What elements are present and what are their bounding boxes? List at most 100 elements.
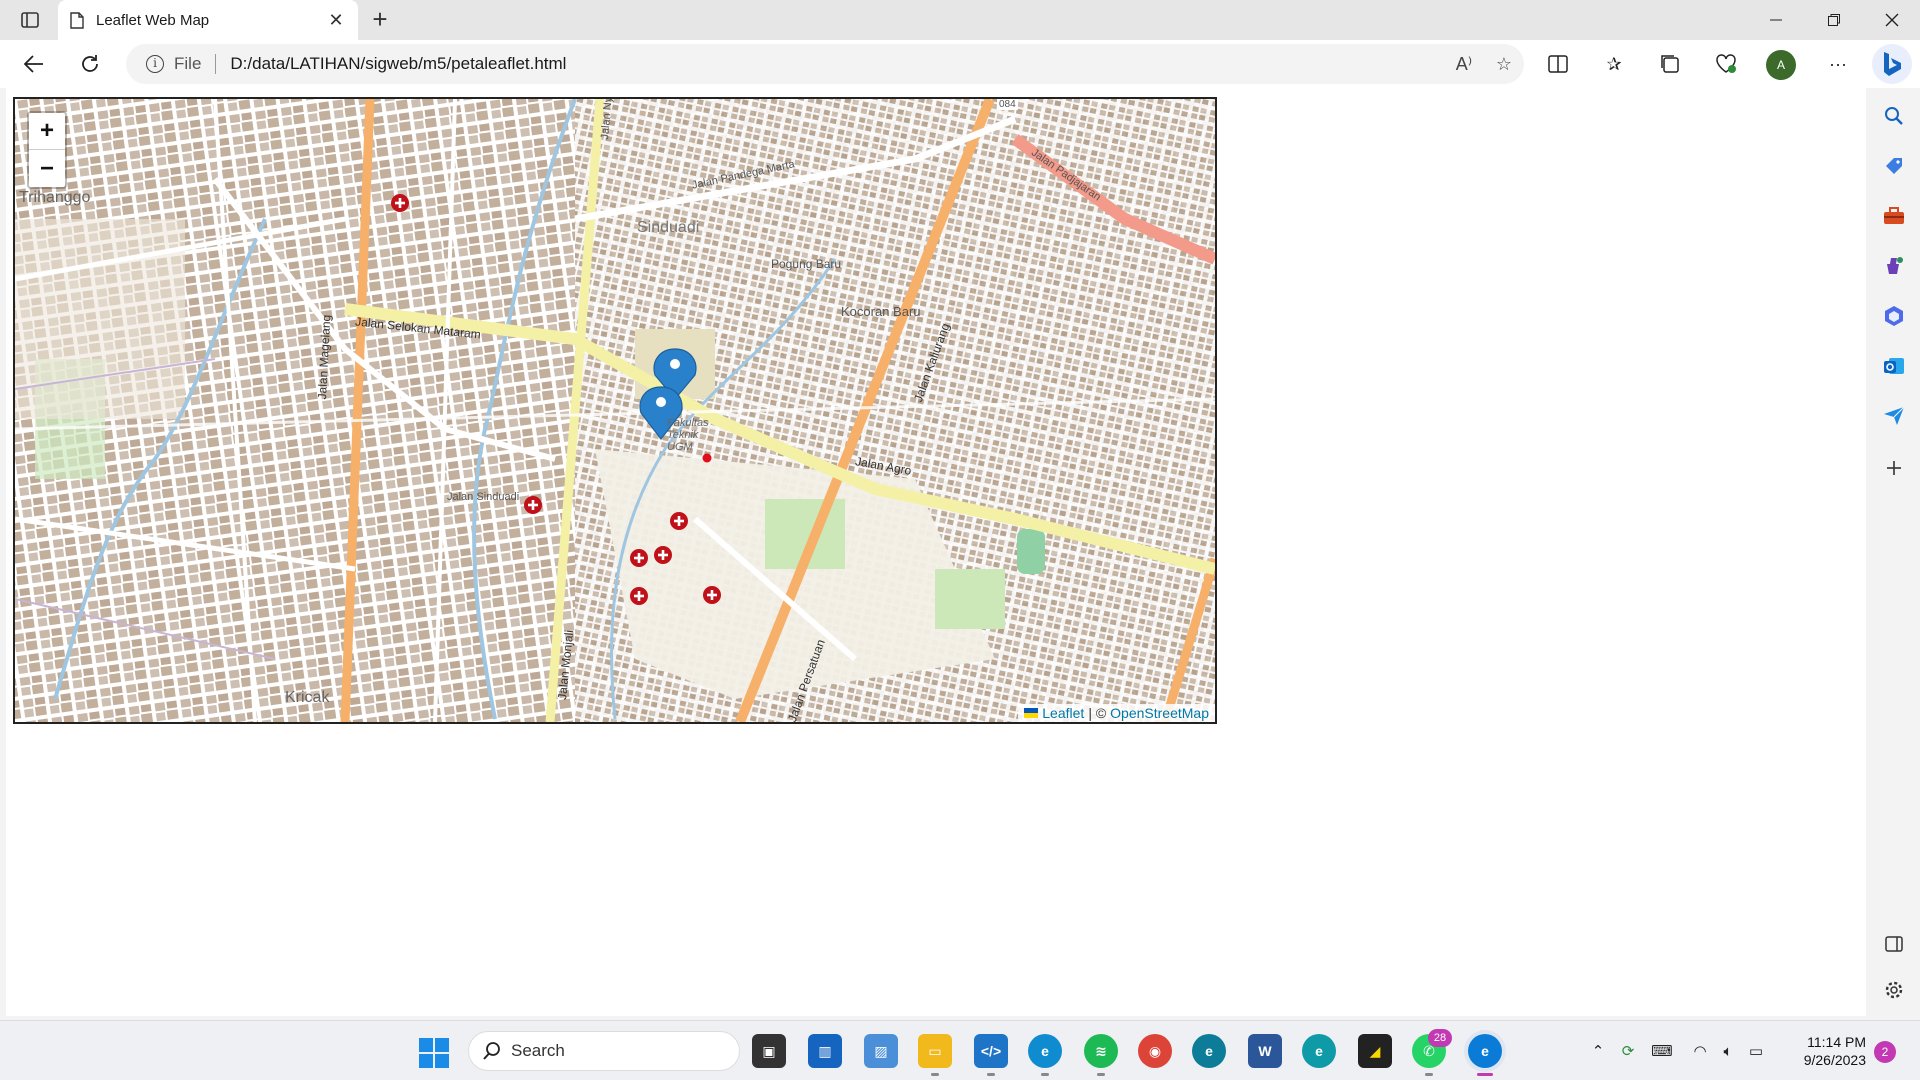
edge-beta-app[interactable]: e — [1192, 1034, 1226, 1068]
edge-beta-icon: e — [1205, 1043, 1213, 1059]
plus-icon — [1887, 461, 1901, 475]
sidebar-hide-button[interactable] — [1878, 928, 1910, 960]
notification-badge[interactable]: 2 — [1874, 1041, 1896, 1063]
close-window-button[interactable] — [1864, 0, 1920, 40]
favorite-star-icon[interactable]: ☆ — [1484, 48, 1524, 80]
keyboard-tray-button[interactable]: ⌨ — [1650, 1039, 1674, 1063]
new-tab-button[interactable]: + — [366, 6, 394, 34]
edge-canary-icon: e — [1315, 1043, 1323, 1059]
paper-plane-icon — [1884, 406, 1905, 425]
tab-actions-button[interactable] — [14, 8, 46, 32]
toolbox-icon — [1884, 207, 1904, 224]
ukraine-flag-icon — [1024, 708, 1039, 718]
leaflet-map[interactable]: Trihanggo Sinduadi Kricak Kocoran Baru P… — [13, 97, 1217, 724]
vscode-app[interactable]: </> — [974, 1034, 1008, 1068]
search-icon — [483, 1042, 500, 1060]
chevron-up-icon: ⌃ — [1591, 1043, 1605, 1060]
widgets-icon: ▥ — [818, 1042, 832, 1059]
map-label-kricak: Kricak — [285, 689, 330, 706]
active-tab[interactable]: Leaflet Web Map ✕ — [58, 0, 358, 40]
sidebar-m365-button[interactable] — [1878, 300, 1910, 332]
task-view-button[interactable]: ▣ — [752, 1034, 786, 1068]
widgets-button[interactable]: ▥ — [808, 1034, 842, 1068]
clock-time: 11:14 PM — [1807, 1034, 1866, 1050]
word-app[interactable]: W — [1248, 1034, 1282, 1068]
split-screen-button[interactable] — [1540, 48, 1576, 80]
search-icon — [1885, 107, 1903, 125]
map-label-jalan-sinduadi: Jalan Sinduadi — [447, 491, 520, 503]
chrome-icon: ◉ — [1148, 1042, 1162, 1059]
map-label-trihanggo: Trihanggo — [19, 189, 91, 206]
profile-avatar[interactable]: A — [1766, 50, 1796, 80]
map-label-pogung-baru: Pogung Baru — [771, 257, 842, 271]
address-scheme: File — [174, 54, 202, 73]
map-attribution: Leaflet | © OpenStreetMap — [1018, 704, 1215, 722]
edge-sidebar — [1868, 88, 1920, 1016]
address-url[interactable]: D:/data/LATIHAN/sigweb/m5/petaleaflet.ht… — [230, 54, 1444, 74]
more-dots-icon: ··· — [1829, 53, 1847, 74]
back-button[interactable] — [18, 48, 50, 80]
refresh-button[interactable] — [74, 48, 106, 80]
tab-actions-icon — [21, 12, 39, 28]
close-tab-icon[interactable]: ✕ — [326, 10, 346, 31]
taskbar-search[interactable]: Search — [468, 1031, 740, 1071]
spotify-app[interactable]: ≋ — [1084, 1034, 1118, 1068]
sync-tray-button[interactable]: ⟳ — [1616, 1039, 1640, 1063]
word-icon: W — [1258, 1043, 1272, 1059]
wifi-icon: ◠ — [1693, 1043, 1707, 1060]
show-hidden-icons-button[interactable]: ⌃ — [1586, 1039, 1610, 1063]
volume-tray-button[interactable]: 🔈︎ — [1716, 1039, 1740, 1063]
map-tiles[interactable] — [15, 99, 1215, 722]
zoom-in-button[interactable]: + — [29, 113, 65, 150]
sidebar-add-button[interactable] — [1878, 452, 1910, 484]
battery-icon: ▭ — [1748, 1043, 1764, 1060]
sync-icon: ⟳ — [1621, 1043, 1635, 1060]
sidebar-settings-button[interactable] — [1878, 974, 1910, 1006]
system-clock[interactable]: 11:14 PM 9/26/2023 — [1786, 1033, 1866, 1069]
battery-tray-button[interactable]: ▭ — [1744, 1039, 1768, 1063]
favorites-button[interactable]: ✰ — [1596, 48, 1632, 80]
zoom-out-button[interactable]: − — [29, 150, 65, 187]
map-label-sinduadi: Sinduadi — [637, 219, 700, 236]
wifi-tray-button[interactable]: ◠ — [1688, 1039, 1712, 1063]
restore-icon — [1828, 14, 1840, 26]
zoom-control: + − — [27, 111, 67, 189]
sidebar-shopping-button[interactable] — [1878, 150, 1910, 182]
address-separator — [215, 54, 217, 74]
browser-toolbar: i File D:/data/LATIHAN/sigweb/m5/petalea… — [0, 40, 1920, 88]
sidebar-outlook-button[interactable] — [1878, 350, 1910, 382]
openstreetmap-link[interactable]: OpenStreetMap — [1110, 705, 1209, 721]
restore-button[interactable] — [1806, 0, 1862, 40]
collections-button[interactable] — [1652, 48, 1688, 80]
sidebar-games-button[interactable] — [1878, 250, 1910, 282]
sticky-notes-app[interactable]: ◢ — [1358, 1034, 1392, 1068]
minimize-button[interactable] — [1748, 0, 1804, 40]
sidebar-search-button[interactable] — [1878, 100, 1910, 132]
more-menu-button[interactable]: ··· — [1820, 48, 1856, 80]
browser-essentials-button[interactable] — [1708, 48, 1744, 80]
read-aloud-icon[interactable]: A⁾ — [1444, 48, 1484, 80]
edge-dev-app[interactable]: e — [1028, 1034, 1062, 1068]
running-indicator — [1041, 1073, 1049, 1076]
sidebar-drop-button[interactable] — [1878, 400, 1910, 432]
speaker-icon: 🔈︎ — [1723, 1042, 1733, 1060]
file-explorer-app[interactable]: ▭ — [918, 1034, 952, 1068]
red-dot-marker[interactable] — [702, 453, 712, 463]
copilot-button[interactable] — [1872, 44, 1912, 84]
refresh-icon — [82, 55, 98, 72]
sticky-note-icon: ◢ — [1369, 1042, 1381, 1059]
photos-app[interactable]: ▨ — [864, 1034, 898, 1068]
running-indicator — [931, 1073, 939, 1076]
edge-canary-app[interactable]: e — [1302, 1034, 1336, 1068]
chrome-app[interactable]: ◉ — [1138, 1034, 1172, 1068]
tab-strip: Leaflet Web Map ✕ + — [0, 0, 1920, 40]
leaflet-link[interactable]: Leaflet — [1042, 705, 1084, 721]
address-bar[interactable]: i File D:/data/LATIHAN/sigweb/m5/petalea… — [126, 44, 1524, 84]
vscode-icon: </> — [980, 1043, 1002, 1059]
site-info-icon[interactable]: i — [146, 55, 164, 73]
start-button[interactable] — [418, 1037, 450, 1069]
sidebar-tools-button[interactable] — [1878, 200, 1910, 232]
close-icon — [1885, 13, 1899, 27]
clock-date: 9/26/2023 — [1803, 1052, 1866, 1068]
edge-app-active[interactable]: e — [1468, 1034, 1502, 1068]
